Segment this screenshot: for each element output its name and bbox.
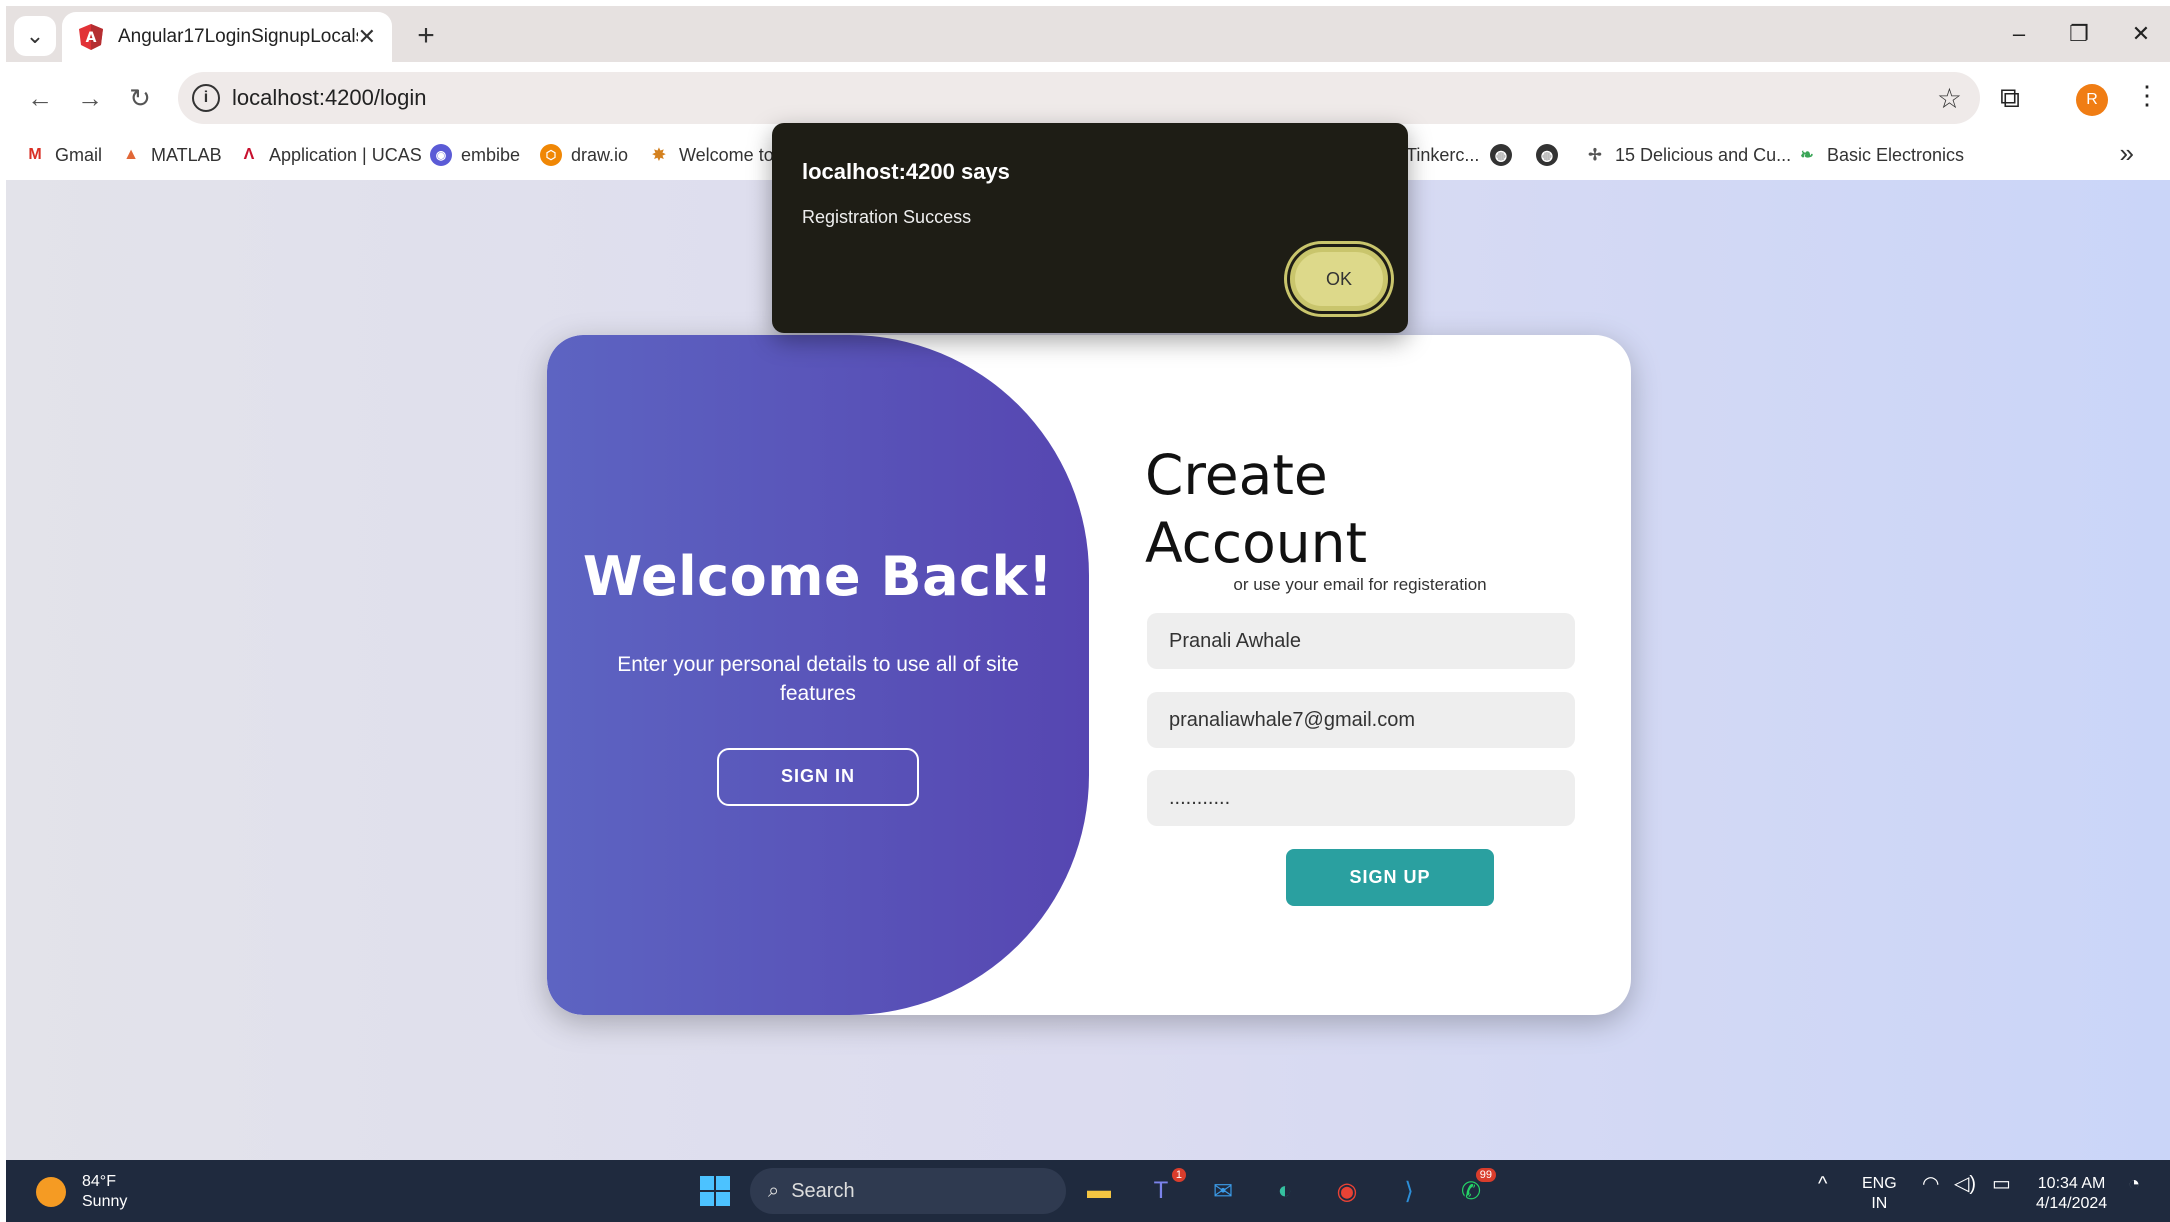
new-tab-button[interactable]: +: [406, 16, 446, 56]
teams-icon[interactable]: T1: [1140, 1168, 1186, 1212]
signup-form: Create Account or use your email for reg…: [1089, 335, 1631, 1015]
gmail-icon: M: [28, 146, 42, 163]
globe-icon: ◍: [1536, 144, 1558, 166]
bookmark-star-icon[interactable]: ☆: [1937, 82, 1962, 115]
sign-up-button[interactable]: SIGN UP: [1286, 849, 1494, 906]
angular-icon: A: [78, 24, 103, 50]
volume-icon[interactable]: ◁): [1954, 1174, 1976, 1194]
temperature: 84°F: [82, 1173, 116, 1190]
bookmark-welcome[interactable]: ✸ Welcome to: [648, 135, 774, 175]
region-label: IN: [1871, 1195, 1888, 1212]
welcome-text: Enter your personal details to use all o…: [617, 652, 1019, 705]
bookmark-tinkercad[interactable]: Tinkerc...: [1406, 135, 1479, 175]
email-field[interactable]: pranaliawhale7@gmail.com: [1147, 692, 1575, 748]
bookmark-electronics[interactable]: ❧ Basic Electronics: [1796, 135, 1964, 175]
welcome-heading: Welcome Back!: [582, 544, 1054, 608]
dialog-message: Registration Success: [802, 207, 972, 227]
back-arrow-icon[interactable]: ←: [20, 78, 60, 118]
bookmark-label: Basic Electronics: [1827, 144, 1965, 165]
welcome-icon: ✸: [652, 147, 666, 164]
bookmark-label: draw.io: [571, 144, 629, 165]
clock[interactable]: 10:34 AM 4/14/2024: [2036, 1174, 2107, 1214]
svg-text:A: A: [86, 30, 97, 46]
wifi-icon[interactable]: ◠: [1922, 1174, 1939, 1194]
embibe-icon: ◉: [430, 144, 452, 166]
mail-icon[interactable]: ✉: [1202, 1170, 1244, 1212]
bookmark-ucas[interactable]: Λ Application | UCAS: [238, 135, 422, 175]
language-label: ENG: [1862, 1175, 1897, 1192]
password-field[interactable]: ...........: [1147, 770, 1575, 826]
chrome-icon[interactable]: ◉: [1326, 1170, 1368, 1212]
create-account-heading: Create Account: [1145, 443, 1368, 575]
reload-icon[interactable]: ↻: [120, 78, 160, 118]
signup-subtitle: or use your email for registeration: [1233, 575, 1487, 594]
browser-tab[interactable]: A Angular17LoginSignupLocalsto ✕: [62, 12, 392, 62]
bookmark-label: Welcome to: [679, 144, 774, 165]
auth-card: Welcome Back! Enter your personal detail…: [547, 335, 1631, 1015]
bookmark-embibe[interactable]: ◉ embibe: [430, 135, 520, 175]
welcome-panel: Welcome Back! Enter your personal detail…: [547, 335, 1089, 1015]
file-explorer-icon[interactable]: ▬: [1078, 1170, 1120, 1212]
chevron-double-right-icon[interactable]: »: [2120, 138, 2134, 169]
drawio-icon: ⬡: [540, 144, 562, 166]
whatsapp-badge: 99: [1475, 1168, 1496, 1182]
url-text[interactable]: localhost:4200/login: [232, 85, 426, 111]
restore-button[interactable]: ❐: [2052, 14, 2106, 54]
globe-icon: ◍: [1490, 144, 1512, 166]
recipe-icon: ✢: [1588, 147, 1602, 164]
bookmark-label: embibe: [461, 144, 521, 165]
menu-dots-icon[interactable]: ⋮: [2134, 80, 2160, 111]
bookmark-label: Application | UCAS: [269, 144, 422, 165]
bookmark-matlab[interactable]: ▲ MATLAB: [120, 135, 222, 175]
bookmark-label: Tinkerc...: [1406, 144, 1480, 165]
edge-icon[interactable]: ◐: [1264, 1170, 1306, 1212]
tab-title: Angular17LoginSignupLocalsto: [117, 26, 358, 47]
notification-bell-icon[interactable]: ◔: [2128, 1174, 2140, 1194]
profile-avatar[interactable]: R: [2076, 84, 2108, 116]
bookmark-drawio[interactable]: ⬡ draw.io: [540, 135, 628, 175]
name-field[interactable]: Pranali Awhale: [1147, 613, 1575, 669]
teams-badge: 1: [1171, 1168, 1186, 1182]
language-indicator[interactable]: ENG IN: [1862, 1174, 1897, 1214]
bookmark-label: 15 Delicious and Cu...: [1615, 144, 1792, 165]
search-icon: ⌕: [768, 1179, 780, 1202]
matlab-icon: ▲: [123, 146, 139, 163]
browser-window: ⌄ A Angular17LoginSignupLocalsto ✕ + – ❐…: [6, 6, 2170, 1222]
minimize-button[interactable]: –: [1992, 14, 2046, 54]
dialog-title: localhost:4200 says: [802, 159, 1010, 184]
weather-condition: Sunny: [82, 1193, 128, 1210]
bookmark-globe-2[interactable]: ◍: [1536, 135, 1567, 175]
tab-search-button[interactable]: ⌄: [14, 16, 56, 56]
battery-icon[interactable]: ▭: [1992, 1174, 2011, 1194]
search-label: Search: [791, 1179, 855, 1202]
bookmark-gmail[interactable]: M Gmail: [24, 135, 102, 175]
close-window-button[interactable]: ✕: [2114, 14, 2168, 54]
vscode-icon[interactable]: ⟩: [1388, 1170, 1430, 1212]
ucas-icon: Λ: [243, 146, 255, 163]
address-bar[interactable]: i localhost:4200/login ☆: [178, 72, 1980, 124]
sun-icon: [36, 1177, 66, 1207]
time-label: 10:34 AM: [2037, 1175, 2106, 1192]
bookmark-globe-1[interactable]: ◍: [1490, 135, 1521, 175]
bookmark-label: MATLAB: [151, 144, 222, 165]
taskbar: 84°F Sunny ⌕ Search ▬ T1 ✉ ◐ ◉ ⟩ ✆ 99 ^ E…: [6, 1160, 2170, 1222]
taskbar-search[interactable]: ⌕ Search: [750, 1168, 1066, 1214]
tab-strip: ⌄ A Angular17LoginSignupLocalsto ✕ + – ❐…: [6, 6, 2170, 62]
windows-start-icon[interactable]: [694, 1170, 736, 1212]
tab-close-icon[interactable]: ✕: [358, 24, 376, 50]
sign-in-button[interactable]: SIGN IN: [717, 747, 919, 806]
windows-logo-icon: [700, 1176, 730, 1206]
date-label: 4/14/2024: [2036, 1195, 2108, 1212]
weather-widget[interactable]: 84°F Sunny: [36, 1172, 127, 1212]
whatsapp-icon[interactable]: ✆ 99: [1450, 1168, 1496, 1212]
electronics-icon: ❧: [1800, 147, 1814, 164]
alert-dialog: localhost:4200 says Registration Success…: [772, 123, 1408, 333]
chevron-up-icon[interactable]: ^: [1818, 1174, 1827, 1194]
forward-arrow-icon[interactable]: →: [70, 78, 110, 118]
bookmark-recipes[interactable]: ✢ 15 Delicious and Cu...: [1584, 135, 1791, 175]
extensions-icon[interactable]: ⧉: [2000, 82, 2034, 116]
site-info-icon[interactable]: i: [192, 84, 220, 112]
bookmark-label: Gmail: [55, 144, 103, 165]
ok-button[interactable]: OK: [1290, 247, 1388, 311]
